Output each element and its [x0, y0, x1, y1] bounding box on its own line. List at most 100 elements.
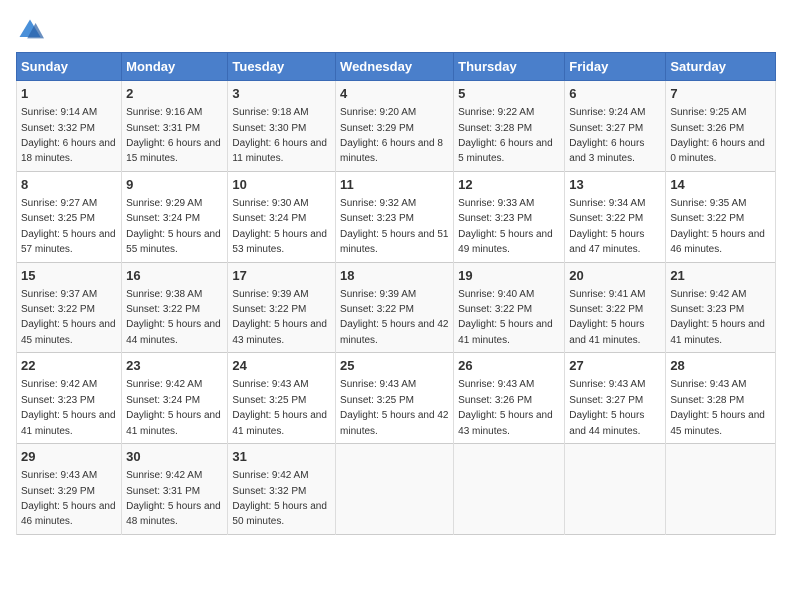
calendar-day-cell: 3 Sunrise: 9:18 AMSunset: 3:30 PMDayligh…: [228, 81, 336, 172]
day-info: Sunrise: 9:38 AMSunset: 3:22 PMDaylight:…: [126, 289, 221, 346]
day-number: 3: [232, 85, 331, 103]
day-of-week-header: Friday: [565, 53, 666, 81]
day-info: Sunrise: 9:34 AMSunset: 3:22 PMDaylight:…: [569, 198, 645, 255]
calendar-day-cell: 29 Sunrise: 9:43 AMSunset: 3:29 PMDaylig…: [17, 444, 122, 535]
day-number: 24: [232, 357, 331, 375]
calendar-day-cell: 30 Sunrise: 9:42 AMSunset: 3:31 PMDaylig…: [122, 444, 228, 535]
day-info: Sunrise: 9:18 AMSunset: 3:30 PMDaylight:…: [232, 107, 327, 164]
day-info: Sunrise: 9:43 AMSunset: 3:27 PMDaylight:…: [569, 379, 645, 436]
day-info: Sunrise: 9:39 AMSunset: 3:22 PMDaylight:…: [340, 289, 448, 346]
day-info: Sunrise: 9:39 AMSunset: 3:22 PMDaylight:…: [232, 289, 327, 346]
calendar-body: 1 Sunrise: 9:14 AMSunset: 3:32 PMDayligh…: [17, 81, 776, 535]
logo-icon: [16, 16, 44, 44]
calendar-day-cell: 1 Sunrise: 9:14 AMSunset: 3:32 PMDayligh…: [17, 81, 122, 172]
day-number: 12: [458, 176, 560, 194]
calendar-day-cell: 11 Sunrise: 9:32 AMSunset: 3:23 PMDaylig…: [336, 171, 454, 262]
day-number: 21: [670, 267, 771, 285]
calendar-day-cell: 9 Sunrise: 9:29 AMSunset: 3:24 PMDayligh…: [122, 171, 228, 262]
day-info: Sunrise: 9:43 AMSunset: 3:26 PMDaylight:…: [458, 379, 553, 436]
calendar-header-row: SundayMondayTuesdayWednesdayThursdayFrid…: [17, 53, 776, 81]
day-number: 29: [21, 448, 117, 466]
calendar-day-cell: 5 Sunrise: 9:22 AMSunset: 3:28 PMDayligh…: [454, 81, 565, 172]
day-number: 6: [569, 85, 661, 103]
day-number: 20: [569, 267, 661, 285]
day-number: 15: [21, 267, 117, 285]
calendar-day-cell: 26 Sunrise: 9:43 AMSunset: 3:26 PMDaylig…: [454, 353, 565, 444]
logo: [16, 16, 48, 44]
day-info: Sunrise: 9:42 AMSunset: 3:31 PMDaylight:…: [126, 470, 221, 527]
calendar-day-cell: 17 Sunrise: 9:39 AMSunset: 3:22 PMDaylig…: [228, 262, 336, 353]
calendar-day-cell: [336, 444, 454, 535]
day-number: 8: [21, 176, 117, 194]
day-info: Sunrise: 9:20 AMSunset: 3:29 PMDaylight:…: [340, 107, 443, 164]
calendar-day-cell: [565, 444, 666, 535]
day-info: Sunrise: 9:16 AMSunset: 3:31 PMDaylight:…: [126, 107, 221, 164]
day-info: Sunrise: 9:25 AMSunset: 3:26 PMDaylight:…: [670, 107, 765, 164]
calendar-day-cell: 28 Sunrise: 9:43 AMSunset: 3:28 PMDaylig…: [666, 353, 776, 444]
calendar-week-row: 1 Sunrise: 9:14 AMSunset: 3:32 PMDayligh…: [17, 81, 776, 172]
calendar-week-row: 22 Sunrise: 9:42 AMSunset: 3:23 PMDaylig…: [17, 353, 776, 444]
day-info: Sunrise: 9:29 AMSunset: 3:24 PMDaylight:…: [126, 198, 221, 255]
day-info: Sunrise: 9:42 AMSunset: 3:23 PMDaylight:…: [21, 379, 116, 436]
day-info: Sunrise: 9:41 AMSunset: 3:22 PMDaylight:…: [569, 289, 645, 346]
calendar-week-row: 15 Sunrise: 9:37 AMSunset: 3:22 PMDaylig…: [17, 262, 776, 353]
day-number: 4: [340, 85, 449, 103]
day-info: Sunrise: 9:43 AMSunset: 3:25 PMDaylight:…: [232, 379, 327, 436]
day-info: Sunrise: 9:30 AMSunset: 3:24 PMDaylight:…: [232, 198, 327, 255]
calendar-day-cell: 24 Sunrise: 9:43 AMSunset: 3:25 PMDaylig…: [228, 353, 336, 444]
calendar-day-cell: 13 Sunrise: 9:34 AMSunset: 3:22 PMDaylig…: [565, 171, 666, 262]
calendar-day-cell: 31 Sunrise: 9:42 AMSunset: 3:32 PMDaylig…: [228, 444, 336, 535]
calendar-day-cell: 6 Sunrise: 9:24 AMSunset: 3:27 PMDayligh…: [565, 81, 666, 172]
day-of-week-header: Monday: [122, 53, 228, 81]
day-number: 14: [670, 176, 771, 194]
calendar-day-cell: 10 Sunrise: 9:30 AMSunset: 3:24 PMDaylig…: [228, 171, 336, 262]
calendar-day-cell: 2 Sunrise: 9:16 AMSunset: 3:31 PMDayligh…: [122, 81, 228, 172]
day-number: 7: [670, 85, 771, 103]
day-info: Sunrise: 9:27 AMSunset: 3:25 PMDaylight:…: [21, 198, 116, 255]
day-info: Sunrise: 9:24 AMSunset: 3:27 PMDaylight:…: [569, 107, 645, 164]
day-number: 11: [340, 176, 449, 194]
day-number: 17: [232, 267, 331, 285]
calendar-day-cell: 8 Sunrise: 9:27 AMSunset: 3:25 PMDayligh…: [17, 171, 122, 262]
calendar-day-cell: 14 Sunrise: 9:35 AMSunset: 3:22 PMDaylig…: [666, 171, 776, 262]
day-of-week-header: Sunday: [17, 53, 122, 81]
calendar-day-cell: 23 Sunrise: 9:42 AMSunset: 3:24 PMDaylig…: [122, 353, 228, 444]
day-number: 5: [458, 85, 560, 103]
calendar-day-cell: 4 Sunrise: 9:20 AMSunset: 3:29 PMDayligh…: [336, 81, 454, 172]
day-number: 26: [458, 357, 560, 375]
day-of-week-header: Wednesday: [336, 53, 454, 81]
day-info: Sunrise: 9:35 AMSunset: 3:22 PMDaylight:…: [670, 198, 765, 255]
calendar-day-cell: 27 Sunrise: 9:43 AMSunset: 3:27 PMDaylig…: [565, 353, 666, 444]
day-number: 31: [232, 448, 331, 466]
day-number: 25: [340, 357, 449, 375]
day-number: 9: [126, 176, 223, 194]
day-number: 16: [126, 267, 223, 285]
day-info: Sunrise: 9:37 AMSunset: 3:22 PMDaylight:…: [21, 289, 116, 346]
day-info: Sunrise: 9:40 AMSunset: 3:22 PMDaylight:…: [458, 289, 553, 346]
calendar-week-row: 8 Sunrise: 9:27 AMSunset: 3:25 PMDayligh…: [17, 171, 776, 262]
day-info: Sunrise: 9:43 AMSunset: 3:28 PMDaylight:…: [670, 379, 765, 436]
day-number: 28: [670, 357, 771, 375]
day-number: 2: [126, 85, 223, 103]
calendar-day-cell: 16 Sunrise: 9:38 AMSunset: 3:22 PMDaylig…: [122, 262, 228, 353]
day-info: Sunrise: 9:14 AMSunset: 3:32 PMDaylight:…: [21, 107, 116, 164]
day-info: Sunrise: 9:43 AMSunset: 3:29 PMDaylight:…: [21, 470, 116, 527]
calendar-week-row: 29 Sunrise: 9:43 AMSunset: 3:29 PMDaylig…: [17, 444, 776, 535]
day-info: Sunrise: 9:32 AMSunset: 3:23 PMDaylight:…: [340, 198, 448, 255]
day-info: Sunrise: 9:22 AMSunset: 3:28 PMDaylight:…: [458, 107, 553, 164]
calendar-day-cell: 12 Sunrise: 9:33 AMSunset: 3:23 PMDaylig…: [454, 171, 565, 262]
day-number: 30: [126, 448, 223, 466]
day-info: Sunrise: 9:42 AMSunset: 3:24 PMDaylight:…: [126, 379, 221, 436]
day-number: 10: [232, 176, 331, 194]
calendar-day-cell: [454, 444, 565, 535]
calendar-day-cell: 22 Sunrise: 9:42 AMSunset: 3:23 PMDaylig…: [17, 353, 122, 444]
calendar-day-cell: 15 Sunrise: 9:37 AMSunset: 3:22 PMDaylig…: [17, 262, 122, 353]
calendar-table: SundayMondayTuesdayWednesdayThursdayFrid…: [16, 52, 776, 535]
day-number: 13: [569, 176, 661, 194]
day-number: 27: [569, 357, 661, 375]
calendar-day-cell: [666, 444, 776, 535]
day-info: Sunrise: 9:33 AMSunset: 3:23 PMDaylight:…: [458, 198, 553, 255]
page-header: [16, 16, 776, 44]
calendar-day-cell: 19 Sunrise: 9:40 AMSunset: 3:22 PMDaylig…: [454, 262, 565, 353]
day-number: 19: [458, 267, 560, 285]
